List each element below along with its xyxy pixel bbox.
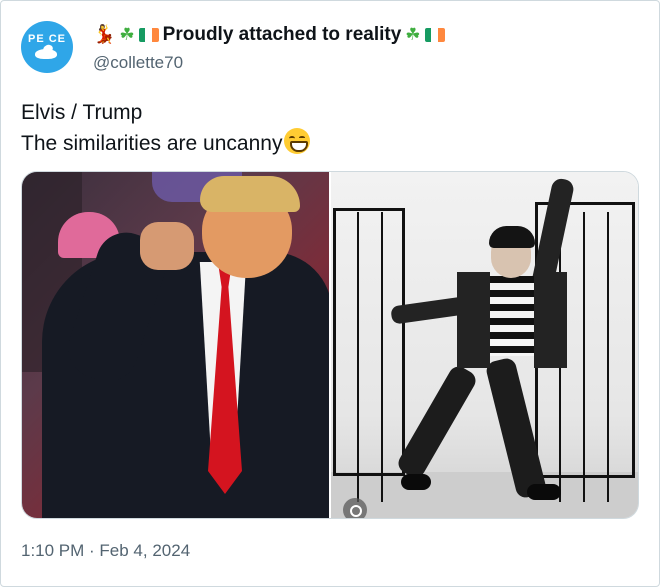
- lens-icon[interactable]: [343, 498, 367, 518]
- dancer-icon: 💃: [93, 24, 116, 45]
- avatar[interactable]: PE CE: [21, 21, 73, 73]
- hair: [200, 176, 300, 212]
- user-handle[interactable]: @collette70: [93, 53, 183, 73]
- fist: [140, 222, 194, 270]
- name-row[interactable]: 💃 ☘ Proudly attached to reality ☘: [93, 23, 445, 47]
- shamrock-icon: ☘: [405, 24, 421, 45]
- jail-bar: [357, 212, 359, 502]
- tweet-text: Elvis / Trump The similarities are uncan…: [21, 97, 311, 159]
- jail-bar: [381, 212, 383, 502]
- dove-body-icon: [35, 49, 57, 59]
- avatar-text: PE CE: [27, 33, 66, 45]
- tweet-line-2: The similarities are uncanny: [21, 128, 311, 159]
- tweet-line-2-text: The similarities are uncanny: [21, 132, 283, 155]
- media-container[interactable]: [21, 171, 639, 519]
- display-name[interactable]: Proudly attached to reality: [163, 24, 402, 46]
- left-leg: [394, 363, 480, 481]
- elvis-dancing-photo[interactable]: [329, 172, 638, 518]
- irish-flag-icon: [138, 28, 159, 42]
- irish-flag-icon: [424, 28, 445, 42]
- jail-bars-left: [333, 208, 405, 476]
- jail-bar: [607, 212, 609, 502]
- trump-dancing-photo[interactable]: [22, 172, 329, 518]
- tweet-card: PE CE 💃 ☘ Proudly attached to reality ☘ …: [0, 0, 660, 587]
- shoe: [527, 484, 561, 500]
- floor: [331, 472, 638, 518]
- tweet-line-1: Elvis / Trump: [21, 101, 143, 124]
- shoe: [401, 474, 431, 490]
- grinning-face-icon: [284, 128, 311, 154]
- jail-bar: [583, 212, 585, 502]
- timestamp[interactable]: 1:10 PM · Feb 4, 2024: [21, 541, 190, 561]
- hair: [489, 226, 535, 248]
- shamrock-icon: ☘: [119, 24, 135, 45]
